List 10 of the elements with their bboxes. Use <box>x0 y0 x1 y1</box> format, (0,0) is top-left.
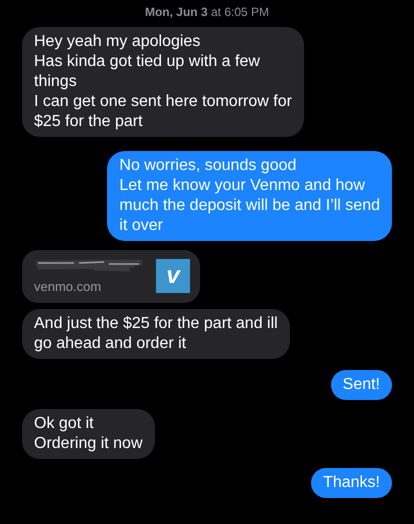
logo-icon: v <box>156 259 190 294</box>
timestamp: Mon, Jun 3 at 6:05 PM <box>144 4 270 21</box>
link-preview[interactable]: venmo.com v <box>22 250 200 302</box>
message-bubble: Thanks! <box>311 468 392 498</box>
link-domain: venmo.com <box>34 278 102 296</box>
message-bubble: Sent! <box>330 370 392 400</box>
message-bubble: No worries, sounds good Let me know your Venmo and how much the deposit will be and I’ll send it over <box>107 151 392 241</box>
message-bubble: Ok got it Ordering it now <box>22 408 154 458</box>
message-bubble: Hey yeah my apologies Has kinda got tied up with a few things I can get one sent here tomorrow for $25 for the part <box>22 27 304 137</box>
message-bubble: And just the $25 for the part and ill go ahead and order it <box>22 308 290 358</box>
